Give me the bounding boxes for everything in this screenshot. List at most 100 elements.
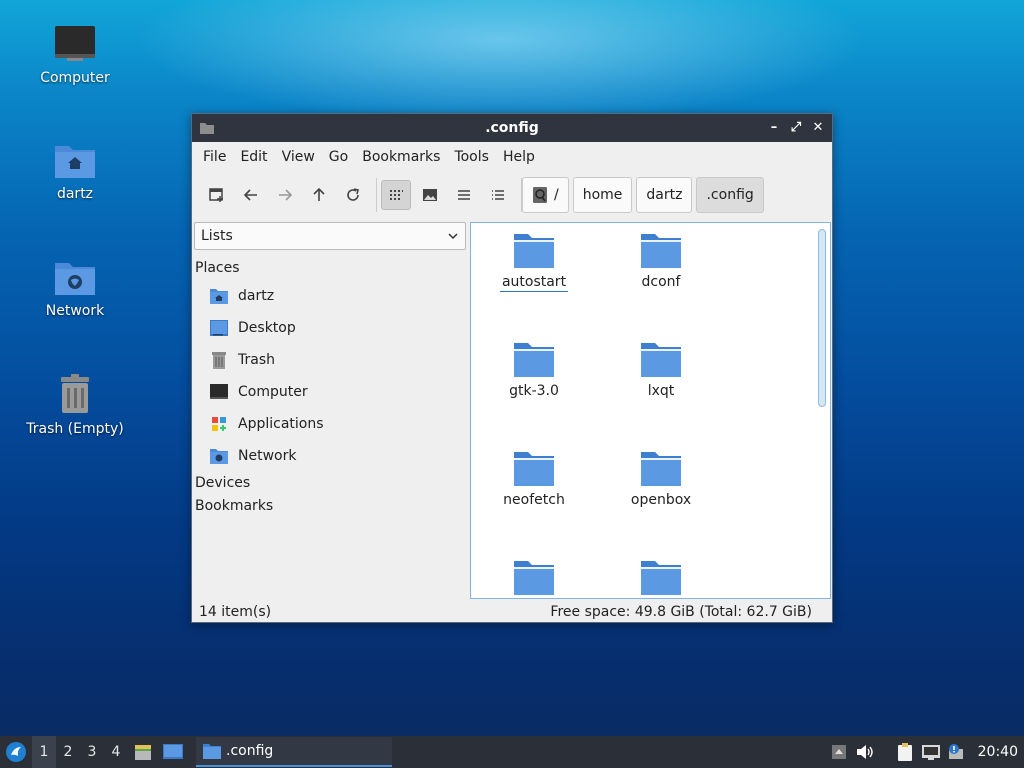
network-folder-icon	[55, 263, 95, 295]
maximize-button[interactable]: ⤢	[788, 118, 804, 138]
item-count: 14 item(s)	[199, 604, 272, 620]
trash-icon	[61, 374, 89, 413]
toolbar: / home dartz .config	[192, 172, 832, 218]
workspace-2[interactable]: 2	[56, 736, 80, 768]
file-item-lxqt[interactable]: lxqt	[606, 340, 716, 400]
file-item-gtk-3-0[interactable]: gtk-3.0	[479, 340, 589, 400]
tray-volume[interactable]	[852, 736, 878, 768]
computer-icon	[208, 381, 230, 403]
menu-view[interactable]: View	[275, 149, 322, 165]
breadcrumb-dartz[interactable]: dartz	[636, 177, 693, 213]
desktop-icon-computer[interactable]: Computer	[10, 24, 140, 86]
places-heading: Places	[195, 260, 240, 276]
file-item-label: neofetch	[503, 492, 565, 508]
thumbnail-view-button[interactable]	[415, 180, 445, 210]
titlebar[interactable]: .config – ⤢ ✕	[192, 114, 832, 142]
clock[interactable]: 20:40	[970, 744, 1024, 760]
desktop-icon-network[interactable]: Network	[10, 257, 140, 319]
menu-go[interactable]: Go	[322, 149, 355, 165]
breadcrumb-home[interactable]: home	[572, 177, 633, 213]
home-folder-icon	[55, 146, 95, 178]
tray-clipboard[interactable]	[892, 736, 918, 768]
breadcrumb-root[interactable]: /	[522, 177, 569, 213]
place-item-computer[interactable]: Computer	[208, 379, 308, 405]
menu-file[interactable]: File	[196, 149, 233, 165]
detailed-view-button[interactable]	[483, 180, 513, 210]
network-wired-icon	[921, 745, 940, 760]
folder-icon	[514, 561, 554, 595]
side-pane-mode-select[interactable]: Lists	[194, 222, 466, 250]
arrow-right-icon	[279, 189, 293, 201]
folder-icon	[514, 452, 554, 486]
reload-button[interactable]	[338, 180, 368, 210]
close-button[interactable]: ✕	[810, 118, 826, 138]
place-item-label: Trash	[238, 352, 275, 368]
file-item-neofetch[interactable]: neofetch	[479, 449, 589, 509]
desktop-icon-label: Network	[45, 303, 105, 319]
grid-icon	[390, 190, 403, 200]
breadcrumb-config[interactable]: .config	[696, 177, 764, 213]
image-icon	[423, 189, 437, 201]
place-item-label: dartz	[238, 288, 275, 304]
menubar: File Edit View Go Bookmarks Tools Help	[192, 142, 832, 172]
lubuntu-logo-icon	[6, 742, 26, 762]
file-item-label: dconf	[641, 274, 681, 290]
workspace-1[interactable]: 1	[32, 736, 56, 768]
back-button[interactable]	[236, 180, 266, 210]
place-item-applications[interactable]: Applications	[208, 411, 324, 437]
desktop-icon-home[interactable]: dartz	[10, 140, 140, 202]
file-item-dconf[interactable]: dconf	[606, 231, 716, 291]
tray-notification[interactable]	[944, 736, 970, 768]
desktop-icon-trash[interactable]: Trash (Empty)	[10, 373, 140, 437]
compact-view-button[interactable]	[449, 180, 479, 210]
desktop-icon	[163, 744, 183, 759]
main-menu-button[interactable]	[0, 736, 32, 768]
folder-icon	[641, 452, 681, 486]
place-item-desktop[interactable]: Desktop	[208, 315, 296, 341]
workspace-3[interactable]: 3	[80, 736, 104, 768]
folder-icon	[641, 343, 681, 377]
menu-help[interactable]: Help	[496, 149, 542, 165]
place-item-label: Applications	[238, 416, 324, 432]
chevron-down-icon	[448, 233, 458, 240]
devices-heading[interactable]: Devices	[195, 475, 250, 491]
quicklaunch-show-desktop[interactable]	[158, 736, 188, 768]
place-item-trash[interactable]: Trash	[208, 347, 275, 373]
arrow-up-icon	[313, 187, 325, 201]
place-item-dartz[interactable]: dartz	[208, 283, 274, 309]
workspace-4[interactable]: 4	[104, 736, 128, 768]
drive-icon	[533, 187, 547, 203]
folder-icon	[641, 561, 681, 595]
menu-bookmarks[interactable]: Bookmarks	[355, 149, 447, 165]
tray-updates[interactable]	[826, 736, 852, 768]
new-tab-icon	[209, 188, 223, 202]
menu-tools[interactable]: Tools	[447, 149, 496, 165]
file-item-label: openbox	[630, 492, 692, 508]
breadcrumb: / home dartz .config	[522, 177, 764, 213]
place-item-network[interactable]: Network	[208, 443, 296, 469]
notification-icon	[948, 744, 963, 759]
file-item-openbox[interactable]: openbox	[606, 449, 716, 509]
taskbar-window-config[interactable]: .config	[196, 737, 392, 767]
bookmarks-heading[interactable]: Bookmarks	[195, 498, 273, 514]
taskbar-window-label: .config	[226, 743, 274, 759]
applications-icon	[208, 413, 230, 435]
icon-view-button[interactable]	[381, 180, 411, 210]
breadcrumb-label: /	[554, 187, 559, 203]
minimize-button[interactable]: –	[766, 118, 782, 138]
forward-button[interactable]	[270, 180, 300, 210]
desktop-icon-label: dartz	[56, 186, 94, 202]
tray-network[interactable]	[918, 736, 944, 768]
folder-icon	[514, 343, 554, 377]
up-button[interactable]	[304, 180, 334, 210]
file-item-autostart[interactable]: autostart	[479, 231, 589, 292]
vertical-scrollbar[interactable]	[818, 229, 826, 407]
file-manager-window: .config – ⤢ ✕ File Edit View Go Bookmark…	[191, 113, 833, 623]
menu-edit[interactable]: Edit	[233, 149, 274, 165]
quicklaunch-archive[interactable]	[128, 736, 158, 768]
file-view[interactable]: autostart dconf gtk-3.0 lxqt neofetch op…	[470, 222, 831, 599]
desktop-icon-label: Computer	[40, 70, 110, 86]
new-tab-button[interactable]	[202, 180, 232, 210]
free-space: Free space: 49.8 GiB (Total: 62.7 GiB)	[550, 604, 812, 620]
archive-manager-icon	[135, 745, 151, 760]
